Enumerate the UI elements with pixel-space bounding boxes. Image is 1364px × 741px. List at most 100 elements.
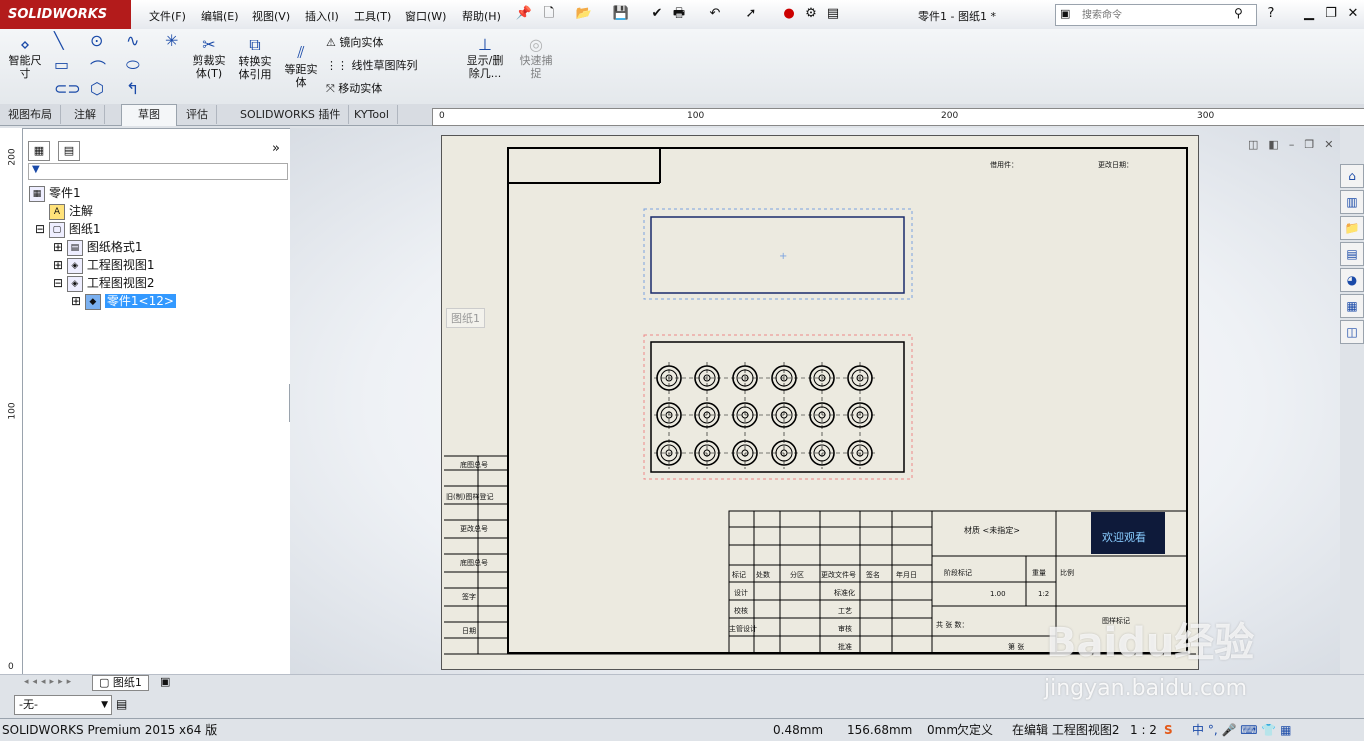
traffic-light-icon[interactable]: ● bbox=[780, 5, 798, 23]
tree-item-annotations[interactable]: A 注解 bbox=[49, 203, 93, 220]
tree-item-part-instance[interactable]: ⊞ ◆ 零件1<12> bbox=[71, 293, 176, 310]
split-horizontal-icon[interactable]: ◧ bbox=[1268, 138, 1288, 151]
menu-file[interactable]: 文件(F) bbox=[149, 8, 186, 24]
print-icon[interactable]: 🖶 bbox=[670, 5, 688, 23]
save-icon[interactable]: 💾 bbox=[612, 5, 630, 23]
mirror-icon: ⚠ bbox=[326, 36, 340, 49]
line-icon[interactable]: ╲ bbox=[54, 31, 64, 50]
tab-evaluate[interactable]: 评估 bbox=[178, 105, 217, 124]
linear-pattern-button[interactable]: ⋮⋮ 线性草图阵列 bbox=[326, 57, 418, 73]
offset-label: 等距实体 bbox=[284, 63, 318, 89]
label-base-total-2: 底图总号 bbox=[460, 559, 488, 567]
command-manager: ⋄ 智能尺寸 ╲ ▭ ⊂⊃ ⊙ ⌒ ⬡ ∿ ⬭ ↰ ✳ ✂ 剪裁实体(T) ⧉ … bbox=[0, 29, 1364, 105]
menu-insert[interactable]: 插入(I) bbox=[305, 8, 339, 24]
home-icon[interactable]: ⌂ bbox=[1340, 164, 1364, 188]
tree-item-sheet[interactable]: ⊟ ▢ 图纸1 bbox=[35, 221, 101, 238]
polygon-icon[interactable]: ⬡ bbox=[90, 79, 104, 98]
search-box[interactable]: ▣ ⚲ bbox=[1055, 4, 1257, 26]
search-input[interactable] bbox=[1080, 6, 1234, 24]
solidworks-logo[interactable]: SOLIDWORKS bbox=[0, 0, 131, 29]
restore-icon[interactable]: ❐ bbox=[1322, 5, 1340, 23]
expand-panel-icon[interactable]: » bbox=[272, 141, 280, 156]
mirror-entities-button[interactable]: ⚠ 镜向实体 bbox=[326, 34, 383, 50]
open-icon[interactable]: 📂 bbox=[575, 5, 593, 23]
display-delete-relations-button[interactable]: ⊥ 显示/删除几... bbox=[462, 35, 508, 80]
feature-tree-tab-icon[interactable]: ▦ bbox=[28, 141, 50, 161]
menu-window[interactable]: 窗口(W) bbox=[405, 8, 446, 24]
design-library-icon[interactable]: 📁 bbox=[1340, 216, 1364, 240]
expand-icon[interactable]: ⊞ bbox=[53, 240, 67, 254]
minimize-view-icon[interactable]: – bbox=[1289, 138, 1305, 151]
status-definition: 欠定义 bbox=[957, 723, 994, 737]
drawing-icon: ▦ bbox=[29, 185, 45, 202]
fillet-icon[interactable]: ↰ bbox=[126, 79, 139, 98]
options-icon[interactable]: ⚙ bbox=[802, 5, 820, 23]
ime-tray-icons[interactable]: 中 °, 🎤 ⌨ 👕 ▦ bbox=[1192, 719, 1291, 741]
collapse-icon[interactable]: ⊟ bbox=[35, 222, 49, 236]
add-sheet-icon[interactable]: ▣ bbox=[160, 675, 170, 688]
expand-icon[interactable]: ⊞ bbox=[53, 258, 67, 272]
tab-view-layout[interactable]: 视图布局 bbox=[0, 105, 61, 124]
convert-label: 转换实体引用 bbox=[238, 55, 272, 81]
close-view-icon[interactable]: ✕ bbox=[1324, 138, 1343, 151]
menu-edit[interactable]: 编辑(E) bbox=[201, 8, 239, 24]
sheet-tab-1[interactable]: ▢ 图纸1 bbox=[92, 675, 149, 691]
view-palette-icon[interactable]: ◫ bbox=[1340, 320, 1364, 344]
ime-logo-icon[interactable]: S bbox=[1164, 719, 1173, 741]
sheet-nav-arrows[interactable]: ◂◂◂▸▸▸ bbox=[24, 677, 75, 687]
convert-entities-button[interactable]: ⧉ 转换实体引用 bbox=[234, 35, 276, 81]
collapse-icon[interactable]: ⊟ bbox=[53, 276, 67, 290]
smart-dimension-icon: ⋄ bbox=[19, 35, 30, 54]
status-scale[interactable]: 1 : 2 bbox=[1130, 719, 1157, 741]
tree-item-drawing-view-2[interactable]: ⊟ ◈ 工程图视图2 bbox=[53, 275, 155, 292]
minimize-icon[interactable]: ▁ bbox=[1300, 5, 1318, 23]
tab-kytool[interactable]: KYTool bbox=[346, 105, 398, 124]
left-ruler: 200 100 0 bbox=[0, 128, 23, 674]
menu-help[interactable]: 帮助(H) bbox=[462, 8, 501, 24]
close-icon[interactable]: ✕ bbox=[1344, 5, 1362, 23]
undo-icon[interactable]: ↶ bbox=[706, 5, 724, 23]
custom-properties-icon[interactable]: ▦ bbox=[1340, 294, 1364, 318]
resources-icon[interactable]: ▥ bbox=[1340, 190, 1364, 214]
layer-dropdown[interactable]: -无- ▼ bbox=[14, 695, 112, 715]
trim-button[interactable]: ✂ 剪裁实体(T) bbox=[188, 35, 230, 80]
tab-sketch[interactable]: 草图 bbox=[121, 104, 177, 126]
top-ruler: 0 100 200 300 bbox=[432, 108, 1364, 126]
file-explorer-icon[interactable]: ▤ bbox=[1340, 242, 1364, 266]
rebuild-icon[interactable]: ✔ bbox=[648, 5, 666, 23]
menu-view[interactable]: 视图(V) bbox=[252, 8, 290, 24]
rectangle-icon[interactable]: ▭ bbox=[54, 55, 69, 74]
expand-icon[interactable]: ⊞ bbox=[71, 294, 85, 308]
select-icon[interactable]: ➚ bbox=[742, 5, 760, 23]
tab-addins[interactable]: SOLIDWORKS 插件 bbox=[232, 105, 350, 124]
menu-tools[interactable]: 工具(T) bbox=[354, 8, 391, 24]
smart-dimension-button[interactable]: ⋄ 智能尺寸 bbox=[6, 35, 44, 80]
sheet-name-label[interactable]: 图纸1 bbox=[446, 308, 485, 328]
restore-view-icon[interactable]: ❐ bbox=[1304, 138, 1324, 151]
drawing-sheet[interactable]: + 欢迎观看 借用件： 更改日期： 底图总号 旧(制)图样登记 更改总号 底图总… bbox=[441, 135, 1199, 670]
tab-annotation[interactable]: 注解 bbox=[66, 105, 105, 124]
ellipse-icon[interactable]: ⬭ bbox=[126, 55, 140, 75]
file-properties-icon[interactable]: ▤ bbox=[824, 5, 842, 23]
tree-item-sheet-format[interactable]: ⊞ ▤ 图纸格式1 bbox=[53, 239, 143, 256]
new-icon[interactable]: 🗋 bbox=[540, 5, 558, 23]
spline-icon[interactable]: ∿ bbox=[126, 31, 139, 50]
mirror-label: 镜向实体 bbox=[339, 36, 384, 49]
property-manager-tab-icon[interactable]: ▤ bbox=[58, 141, 80, 161]
search-icon[interactable]: ⚲ bbox=[1234, 6, 1243, 20]
tree-item-part[interactable]: ▦ 零件1 bbox=[29, 185, 81, 202]
circle-icon[interactable]: ⊙ bbox=[90, 31, 103, 50]
layer-properties-icon[interactable]: ▤ bbox=[116, 697, 127, 711]
pin-icon[interactable]: 📌 bbox=[515, 5, 533, 23]
arc-icon[interactable]: ⌒ bbox=[90, 55, 106, 79]
help-icon[interactable]: ? bbox=[1262, 5, 1280, 23]
move-entities-button[interactable]: ⤧ 移动实体 bbox=[326, 80, 382, 96]
quick-snaps-button[interactable]: ◎ 快速捕捉 bbox=[516, 35, 556, 80]
point-icon[interactable]: ✳ bbox=[165, 31, 178, 50]
appearances-icon[interactable]: ◕ bbox=[1340, 268, 1364, 292]
slot-icon[interactable]: ⊂⊃ bbox=[54, 79, 81, 98]
split-view-icon[interactable]: ◫ bbox=[1248, 138, 1268, 151]
offset-entities-button[interactable]: ⫽ 等距实体 bbox=[280, 43, 322, 89]
tree-item-drawing-view-1[interactable]: ⊞ ◈ 工程图视图1 bbox=[53, 257, 155, 274]
filter-box[interactable]: ▼ bbox=[28, 163, 288, 180]
